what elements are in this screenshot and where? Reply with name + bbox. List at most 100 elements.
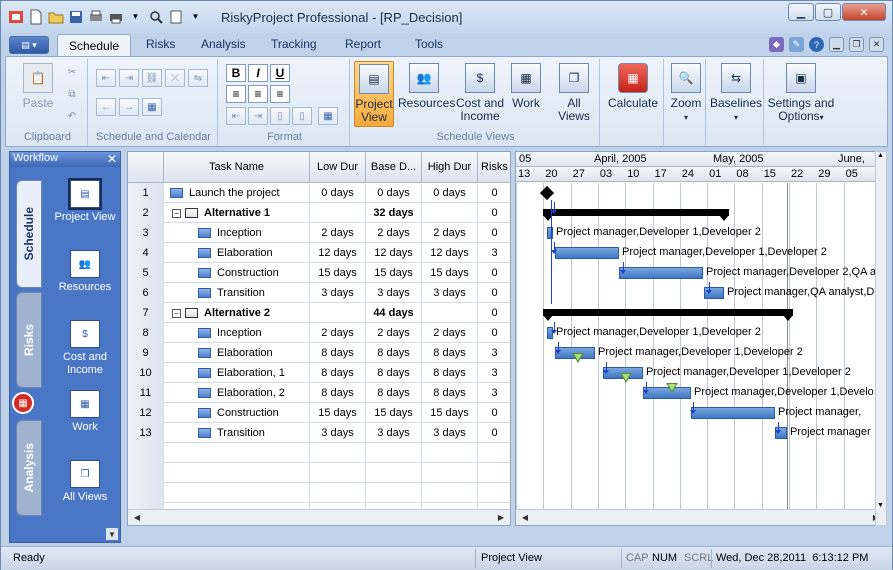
tab-tools[interactable]: Tools <box>415 37 443 51</box>
open-folder-icon[interactable] <box>47 8 64 25</box>
save-icon[interactable] <box>67 8 84 25</box>
task-bar[interactable] <box>547 227 553 239</box>
risks-cell[interactable]: 3 <box>478 363 510 383</box>
task-bar[interactable] <box>555 247 619 259</box>
task-name-cell[interactable]: Inception <box>164 323 310 343</box>
table-row[interactable]: 12 Construction 15 days 15 days 15 days 0 <box>128 403 510 423</box>
table-row[interactable]: 7− Alternative 2 44 days 0 <box>128 303 510 323</box>
task-name-cell[interactable]: − Alternative 2 <box>164 303 310 323</box>
doc-close-button[interactable]: ✕ <box>869 37 884 52</box>
task-name-cell[interactable]: Construction <box>164 263 310 283</box>
base-cell[interactable]: 8 days <box>366 383 422 403</box>
row-number[interactable]: 2 <box>128 203 164 223</box>
cut-icon[interactable]: ✂ <box>62 63 82 81</box>
base-cell[interactable]: 8 days <box>366 343 422 363</box>
table-row[interactable]: 8 Inception 2 days 2 days 2 days 0 <box>128 323 510 343</box>
new-file-icon[interactable] <box>27 8 44 25</box>
low-cell[interactable]: 3 days <box>310 283 366 303</box>
low-cell[interactable]: 15 days <box>310 263 366 283</box>
base-dur-header[interactable]: Base D... <box>366 152 422 183</box>
base-cell[interactable]: 15 days <box>366 263 422 283</box>
calculate-button[interactable]: ▦ Calculate <box>606 61 660 110</box>
tab-risks[interactable]: Risks <box>146 37 175 51</box>
risks-cell[interactable]: 0 <box>478 203 510 223</box>
table-row[interactable]: 5 Construction 15 days 15 days 15 days 0 <box>128 263 510 283</box>
risks-cell[interactable]: 0 <box>478 323 510 343</box>
base-cell[interactable]: 32 days <box>366 203 422 223</box>
high-cell[interactable]: 8 days <box>422 363 478 383</box>
table-row[interactable]: 6 Transition 3 days 3 days 3 days 0 <box>128 283 510 303</box>
risks-cell[interactable]: 0 <box>478 403 510 423</box>
minimize-button[interactable]: ▁ <box>788 3 814 21</box>
risks-cell[interactable]: 0 <box>478 183 510 203</box>
underline-button[interactable]: U <box>270 64 290 82</box>
workflow-all-views[interactable]: ❐ All Views <box>50 460 120 504</box>
copy-icon[interactable]: ⧉ <box>62 85 82 103</box>
collapse-toggle-icon[interactable]: − <box>172 208 181 218</box>
doc-minimize-button[interactable]: ▁ <box>829 37 844 52</box>
workflow-tab-risks[interactable]: Risks <box>16 292 42 388</box>
risks-cell[interactable]: 3 <box>478 383 510 403</box>
task-name-header[interactable]: Task Name <box>164 152 310 183</box>
summary-bar[interactable] <box>543 209 729 216</box>
scroll-up-icon[interactable]: ▲ <box>877 152 884 159</box>
low-cell[interactable]: 12 days <box>310 243 366 263</box>
scroll-right-icon[interactable]: ▶ <box>494 511 508 524</box>
table-row[interactable]: 9 Elaboration 8 days 8 days 8 days 3 <box>128 343 510 363</box>
risks-cell[interactable]: 3 <box>478 343 510 363</box>
row-number[interactable]: 12 <box>128 403 164 423</box>
high-cell[interactable]: 15 days <box>422 263 478 283</box>
high-cell[interactable]: 3 days <box>422 283 478 303</box>
row-number[interactable]: 1 <box>128 183 164 203</box>
options-icon[interactable]: ✎ <box>789 37 804 52</box>
all-views-button[interactable]: ❐ All Views <box>554 61 594 123</box>
settings-options-button[interactable]: ▣ Settings and Options▾ <box>766 61 836 124</box>
unlink-tasks-icon[interactable]: ⤫ <box>165 69 185 87</box>
table-row[interactable]: 13 Transition 3 days 3 days 3 days 0 <box>128 423 510 443</box>
print-preview-icon[interactable] <box>87 8 104 25</box>
row-number[interactable]: 7 <box>128 303 164 323</box>
task-bar[interactable] <box>619 267 703 279</box>
risks-header[interactable]: Risks <box>478 152 510 183</box>
tab-report[interactable]: Report <box>345 37 381 51</box>
base-cell[interactable]: 44 days <box>366 303 422 323</box>
low-cell[interactable]: 0 days <box>310 183 366 203</box>
theme-icon[interactable]: ◆ <box>769 37 784 52</box>
base-cell[interactable]: 3 days <box>366 423 422 443</box>
task-bar[interactable] <box>691 407 775 419</box>
task-name-cell[interactable]: Elaboration <box>164 343 310 363</box>
workflow-cost-income[interactable]: $ Cost and Income <box>50 320 120 377</box>
link-tasks-icon[interactable]: ⛓ <box>142 69 162 87</box>
table-row[interactable]: 1 Launch the project 0 days 0 days 0 days 0 <box>128 183 510 203</box>
italic-button[interactable]: I <box>248 64 268 82</box>
high-dur-header[interactable]: High Dur <box>422 152 478 183</box>
risks-cell[interactable]: 3 <box>478 243 510 263</box>
base-cell[interactable]: 2 days <box>366 223 422 243</box>
maximize-button[interactable]: ▢ <box>815 3 841 21</box>
low-cell[interactable]: 8 days <box>310 383 366 403</box>
table-row[interactable]: 3 Inception 2 days 2 days 2 days 0 <box>128 223 510 243</box>
risks-cell[interactable]: 0 <box>478 303 510 323</box>
workflow-work[interactable]: ▦ Work <box>50 390 120 434</box>
tab-tracking[interactable]: Tracking <box>271 37 317 51</box>
scroll-left-icon[interactable]: ◀ <box>518 511 532 524</box>
task-name-cell[interactable]: Elaboration, 1 <box>164 363 310 383</box>
collapse-toggle-icon[interactable]: − <box>172 308 181 318</box>
workflow-resources[interactable]: 👥 Resources <box>50 250 120 294</box>
help-icon[interactable]: ? <box>809 37 824 52</box>
project-view-button[interactable]: ▤ Project View <box>354 61 394 127</box>
high-cell[interactable]: 15 days <box>422 403 478 423</box>
high-cell[interactable]: 2 days <box>422 223 478 243</box>
bold-button[interactable]: B <box>226 64 246 82</box>
gantt-vertical-scrollbar[interactable]: ▲ ▼ <box>875 151 887 526</box>
low-cell[interactable]: 8 days <box>310 343 366 363</box>
move-left-icon[interactable]: ← <box>96 98 116 116</box>
page-setup-icon[interactable] <box>167 8 184 25</box>
low-cell[interactable]: 2 days <box>310 323 366 343</box>
base-cell[interactable]: 2 days <box>366 323 422 343</box>
row-number[interactable]: 8 <box>128 323 164 343</box>
calculator-badge-icon[interactable]: ▦ <box>12 392 34 414</box>
table-row[interactable]: 2− Alternative 1 32 days 0 <box>128 203 510 223</box>
row-number[interactable]: 4 <box>128 243 164 263</box>
high-cell[interactable]: 2 days <box>422 323 478 343</box>
